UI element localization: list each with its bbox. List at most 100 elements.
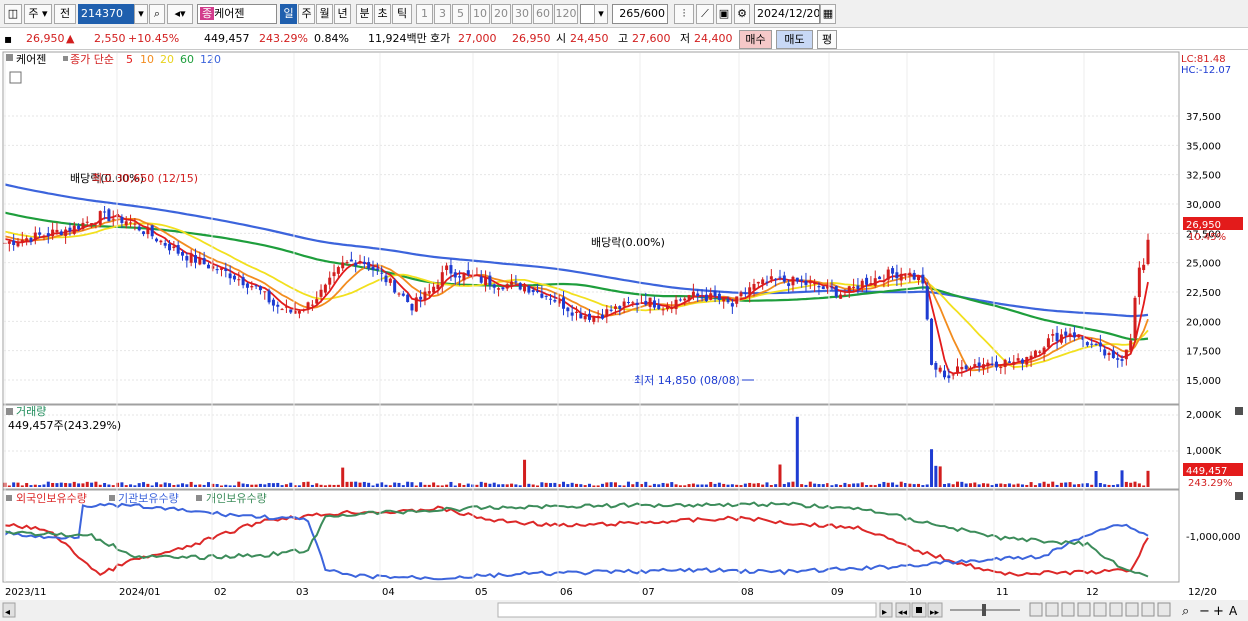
interval-button-60[interactable]: 60 bbox=[533, 4, 553, 24]
volume-bar bbox=[951, 484, 955, 487]
candle-body bbox=[626, 301, 630, 303]
volume-bar bbox=[869, 484, 873, 487]
split-icon[interactable] bbox=[1045, 602, 1059, 617]
candle-body bbox=[583, 315, 587, 320]
period-button-day[interactable]: 일 bbox=[280, 4, 297, 24]
candle-body bbox=[354, 262, 358, 266]
volume-bar bbox=[133, 485, 137, 487]
volume-bar bbox=[1046, 483, 1050, 487]
interval-button-5[interactable]: 5 bbox=[452, 4, 469, 24]
calendar-icon[interactable]: ▦ bbox=[820, 4, 836, 24]
prev-button[interactable]: 전 bbox=[54, 4, 76, 24]
volume-bar bbox=[484, 482, 488, 487]
candle-body bbox=[1068, 333, 1072, 337]
interval-button-10[interactable]: 10 bbox=[470, 4, 490, 24]
buy-button[interactable]: 매수 bbox=[739, 30, 772, 49]
sell-button[interactable]: 매도 bbox=[776, 30, 813, 49]
grid-toggle-icon[interactable] bbox=[9, 71, 22, 84]
current-price-box-value: 26,950 bbox=[1186, 220, 1221, 231]
candle-body bbox=[735, 296, 739, 304]
volume-bar bbox=[362, 481, 366, 487]
avg-button[interactable]: 평 bbox=[817, 30, 837, 49]
holdings-close-icon[interactable] bbox=[1235, 492, 1243, 500]
gear-icon[interactable]: ⚙ bbox=[734, 4, 750, 24]
data-count-field[interactable]: 265/600 bbox=[612, 4, 668, 24]
interval-dropdown-icon[interactable]: ▾ bbox=[594, 4, 608, 24]
volume-bar bbox=[908, 483, 912, 487]
ma-handle-icon[interactable] bbox=[63, 56, 68, 61]
search-icon[interactable]: ⌕ bbox=[149, 4, 165, 24]
volume-bar bbox=[137, 483, 141, 487]
speaker-icon[interactable]: ◂▾ bbox=[167, 4, 193, 24]
layout-icon[interactable] bbox=[1029, 602, 1043, 617]
individual-handle-icon[interactable] bbox=[196, 495, 202, 501]
period-button-year[interactable]: 년 bbox=[334, 4, 351, 24]
period-button-week[interactable]: 주 bbox=[298, 4, 315, 24]
volume-bar bbox=[488, 483, 492, 487]
period-button-second[interactable]: 초 bbox=[374, 4, 391, 24]
volume-bar bbox=[626, 481, 630, 487]
candle-body bbox=[882, 280, 886, 282]
interval-button-120[interactable]: 120 bbox=[554, 4, 578, 24]
indicator-icon[interactable] bbox=[1077, 602, 1091, 617]
stock-chart[interactable]: 37,500 35,000 32,500 30,000 27,500 25,000 22,5… bbox=[0, 50, 1248, 621]
save-icon[interactable]: ▣ bbox=[716, 4, 732, 24]
interval-button-3[interactable]: 3 bbox=[434, 4, 451, 24]
period-button-tick[interactable]: 틱 bbox=[392, 4, 412, 24]
code-dropdown-icon[interactable]: ▾ bbox=[134, 4, 148, 24]
stock-code-input[interactable]: 214370 bbox=[78, 4, 134, 24]
period-button-minute[interactable]: 분 bbox=[356, 4, 373, 24]
institution-handle-icon[interactable] bbox=[109, 495, 115, 501]
interval-button-1[interactable]: 1 bbox=[416, 4, 433, 24]
crosshair-icon[interactable] bbox=[1109, 602, 1123, 617]
panel-handle-icon[interactable] bbox=[6, 54, 13, 61]
interval-button-20[interactable]: 20 bbox=[491, 4, 511, 24]
candle-settings-icon[interactable]: ⫶ bbox=[674, 4, 694, 24]
compare-icon[interactable] bbox=[1061, 602, 1075, 617]
interval-button-30[interactable]: 30 bbox=[512, 4, 532, 24]
volume-bar bbox=[553, 482, 557, 487]
holdings-handle-icon[interactable] bbox=[6, 495, 12, 501]
scroll-thumb[interactable] bbox=[497, 602, 877, 618]
chart-type-icon[interactable]: ◫ bbox=[4, 4, 22, 24]
volume-close-icon[interactable] bbox=[1235, 407, 1243, 415]
change-arrow: ▲ bbox=[66, 32, 75, 45]
font-size-icon[interactable]: A bbox=[1229, 604, 1238, 618]
volume: 449,457 bbox=[204, 32, 250, 45]
candle-body bbox=[371, 266, 375, 270]
volume-bar bbox=[237, 481, 241, 487]
volume-bar bbox=[436, 485, 440, 487]
volume-bar bbox=[397, 482, 401, 487]
volume-bar bbox=[12, 482, 16, 487]
zoom-slider-handle[interactable] bbox=[982, 604, 986, 616]
candle-body bbox=[1085, 342, 1089, 346]
candle-body bbox=[401, 293, 405, 296]
candle-body bbox=[1116, 358, 1120, 360]
settings-icon[interactable] bbox=[1141, 602, 1155, 617]
ma-legend-10: 10 bbox=[140, 53, 154, 66]
zoom-in-icon[interactable]: + bbox=[1213, 604, 1224, 619]
search-zoom-icon[interactable]: ⌕ bbox=[1182, 604, 1189, 619]
candle-body bbox=[198, 257, 202, 265]
draw-tool-icon[interactable]: ⟋ bbox=[696, 4, 714, 24]
volume-bar bbox=[1020, 484, 1024, 487]
export-icon[interactable] bbox=[1157, 602, 1171, 617]
zoom-out-icon[interactable]: − bbox=[1199, 604, 1210, 619]
candle-body bbox=[505, 284, 509, 289]
volume-bar bbox=[358, 482, 362, 487]
volume-bar bbox=[250, 484, 254, 487]
volume-bar bbox=[458, 483, 462, 487]
candle-body bbox=[562, 297, 566, 309]
draw-line-icon[interactable] bbox=[1125, 602, 1139, 617]
stock-name-field[interactable]: 종 케어젠 bbox=[197, 4, 277, 24]
date-input[interactable]: 2024/12/20 bbox=[754, 4, 820, 24]
candle-body bbox=[1120, 359, 1124, 361]
period-button-month[interactable]: 월 bbox=[316, 4, 333, 24]
list-icon[interactable] bbox=[1093, 602, 1107, 617]
volume-handle-icon[interactable] bbox=[6, 408, 13, 415]
volume-bar bbox=[1103, 484, 1107, 487]
candle-body bbox=[384, 275, 388, 283]
candle-body bbox=[1142, 264, 1146, 271]
volume-bar bbox=[865, 485, 869, 487]
period-mode-select[interactable]: 주 ▾ bbox=[24, 4, 52, 24]
